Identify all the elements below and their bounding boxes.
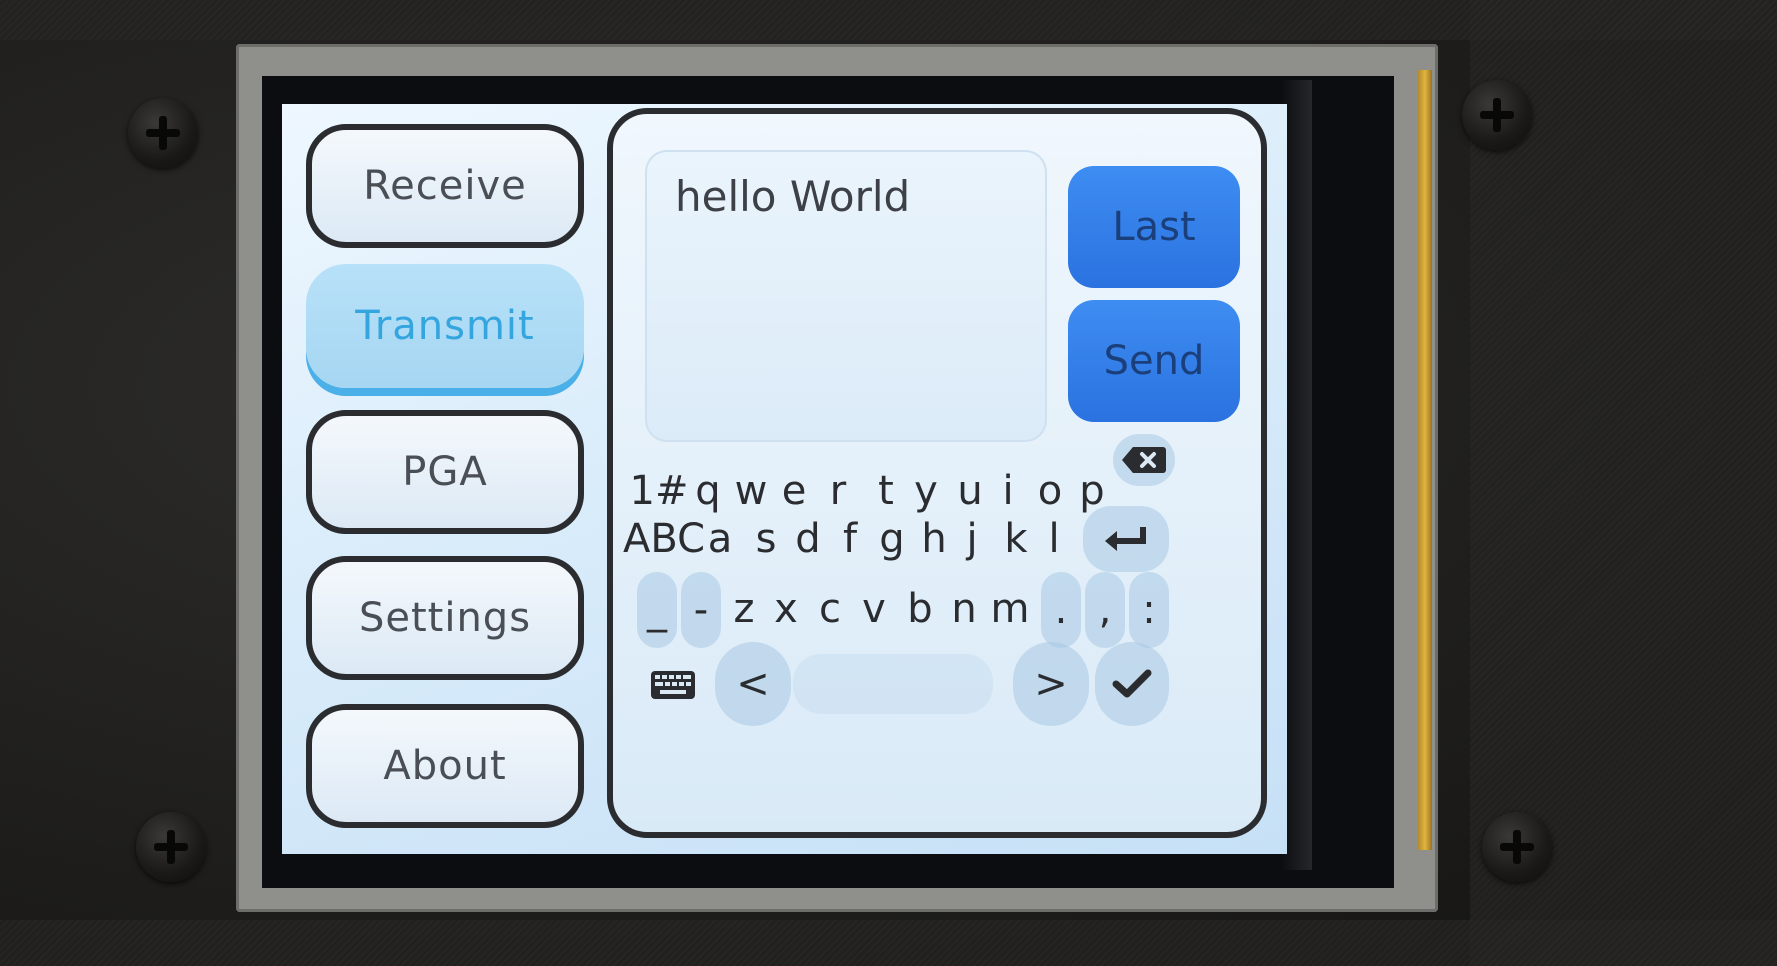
- key-label: x: [774, 586, 798, 632]
- nav-transmit-label: Transmit: [355, 303, 535, 349]
- last-button-label: Last: [1112, 204, 1196, 250]
- key-d[interactable]: d: [791, 506, 825, 572]
- message-text: hello World: [675, 172, 911, 221]
- enter-icon: [1105, 527, 1146, 551]
- key-l[interactable]: l: [1041, 506, 1067, 572]
- screw-bottom-left: [136, 812, 206, 882]
- key-label: k: [1004, 516, 1028, 562]
- key-f[interactable]: f: [835, 506, 865, 572]
- nav-about-button[interactable]: About: [306, 704, 584, 828]
- key-label: j: [966, 516, 978, 562]
- key-s[interactable]: s: [751, 506, 781, 572]
- backspace-icon: [1122, 447, 1166, 473]
- key-label: ,: [1098, 587, 1112, 633]
- cursor-right-label: >: [1034, 661, 1068, 707]
- key-k[interactable]: k: [999, 506, 1033, 572]
- nav-about-label: About: [383, 743, 507, 789]
- screw-bottom-right: [1482, 812, 1552, 882]
- key-label: -: [693, 587, 709, 633]
- backspace-key[interactable]: [1113, 434, 1175, 486]
- lcd-screen: Receive Transmit PGA Settings About hell…: [282, 104, 1287, 854]
- key-b[interactable]: b: [903, 576, 937, 642]
- nav-receive-label: Receive: [363, 163, 527, 209]
- keyboard-toggle-key[interactable]: [643, 652, 703, 718]
- last-button[interactable]: Last: [1068, 166, 1240, 288]
- key-colon[interactable]: :: [1129, 572, 1169, 648]
- key-label: v: [862, 586, 886, 632]
- key-label: l: [1048, 516, 1060, 562]
- key-label: n: [951, 586, 977, 632]
- key-j[interactable]: j: [959, 506, 985, 572]
- transmit-panel: hello World Last Send 1# q w e r t y u i…: [607, 108, 1267, 838]
- key-label: s: [755, 516, 777, 562]
- key-period[interactable]: .: [1041, 572, 1081, 648]
- key-mode-uppercase-label: ABC: [622, 516, 706, 562]
- key-h[interactable]: h: [917, 506, 951, 572]
- space-key[interactable]: [793, 654, 993, 714]
- key-label: f: [842, 516, 858, 562]
- nav-transmit-button[interactable]: Transmit: [306, 264, 584, 388]
- key-label: d: [795, 516, 821, 562]
- cursor-left-label: <: [736, 661, 770, 707]
- nav-settings-label: Settings: [358, 595, 532, 641]
- key-label: m: [990, 586, 1030, 632]
- send-button-label: Send: [1103, 338, 1205, 384]
- key-c[interactable]: c: [813, 576, 847, 642]
- flex-ribbon: [1418, 70, 1432, 850]
- nav-pga-label: PGA: [402, 449, 488, 495]
- screw-top-right: [1462, 80, 1532, 150]
- key-label: c: [819, 586, 841, 632]
- cursor-right-key[interactable]: >: [1013, 642, 1089, 726]
- device-photo: Receive Transmit PGA Settings About hell…: [0, 0, 1777, 966]
- key-n[interactable]: n: [947, 576, 981, 642]
- key-v[interactable]: v: [857, 576, 891, 642]
- key-label: b: [907, 586, 933, 632]
- key-a[interactable]: a: [705, 506, 735, 572]
- cursor-left-key[interactable]: <: [715, 642, 791, 726]
- key-label: g: [879, 516, 905, 562]
- ok-key[interactable]: [1095, 642, 1169, 726]
- key-label: h: [921, 516, 947, 562]
- message-textarea[interactable]: hello World: [645, 150, 1047, 442]
- key-label: :: [1142, 587, 1156, 633]
- send-button[interactable]: Send: [1068, 300, 1240, 422]
- key-underscore[interactable]: _: [637, 572, 677, 648]
- key-x[interactable]: x: [769, 576, 803, 642]
- key-dash[interactable]: -: [681, 572, 721, 648]
- nav-receive-button[interactable]: Receive: [306, 124, 584, 248]
- nav-settings-button[interactable]: Settings: [306, 556, 584, 680]
- key-label: .: [1054, 587, 1068, 633]
- key-label: z: [733, 586, 755, 632]
- key-g[interactable]: g: [875, 506, 909, 572]
- key-z[interactable]: z: [727, 576, 761, 642]
- screw-top-left: [128, 98, 198, 168]
- key-mode-uppercase[interactable]: ABC: [623, 506, 705, 572]
- key-label: a: [707, 516, 733, 562]
- checkmark-icon: [1112, 669, 1152, 698]
- key-m[interactable]: m: [987, 576, 1033, 642]
- key-comma[interactable]: ,: [1085, 572, 1125, 648]
- keyboard-icon: [651, 671, 695, 699]
- key-label: _: [647, 587, 667, 633]
- nav-pga-button[interactable]: PGA: [306, 410, 584, 534]
- enter-key[interactable]: [1083, 506, 1169, 572]
